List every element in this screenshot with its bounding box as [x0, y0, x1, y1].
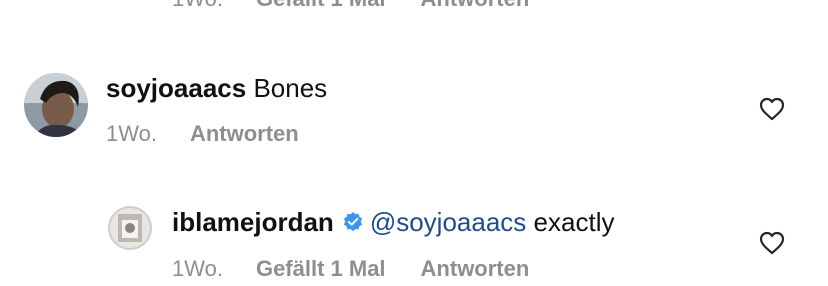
reply-username[interactable]: iblamejordan [172, 207, 334, 237]
comment-time: 1Wo. [172, 0, 223, 12]
avatar[interactable] [108, 206, 152, 250]
reply-button[interactable]: Antworten [421, 0, 530, 12]
reply-button[interactable]: Antworten [421, 256, 530, 282]
reply-text-line: iblamejordan @soyjoaaacs exactly [172, 207, 614, 239]
reply-meta: 1Wo. Gefällt 1 Mal Antworten [172, 256, 529, 282]
reply-button[interactable]: Antworten [190, 121, 299, 147]
comment-text-line: soyjoaaacs Bones [106, 73, 327, 103]
comment-time: 1Wo. [172, 256, 223, 281]
previous-comment-meta: 1Wo. Gefällt 1 Mal Antworten [172, 0, 529, 12]
verified-badge-icon [342, 209, 364, 239]
avatar-photo [108, 206, 152, 250]
likes-count-link[interactable]: Gefällt 1 Mal [256, 256, 386, 282]
comment-text: Bones [253, 73, 328, 103]
comment-time: 1Wo. [106, 121, 157, 146]
like-heart-icon[interactable] [759, 231, 785, 255]
comment-meta: 1Wo. Antworten [106, 121, 299, 147]
avatar-photo [24, 73, 88, 137]
like-heart-icon[interactable] [759, 97, 785, 121]
reply-text: exactly [533, 207, 615, 237]
mention-link[interactable]: @soyjoaaacs [370, 207, 526, 237]
avatar[interactable] [24, 73, 88, 137]
comments-panel: 1Wo. Gefällt 1 Mal Antworten soyjoaaacs … [0, 0, 828, 286]
comment-username[interactable]: soyjoaaacs [106, 73, 246, 103]
likes-count-link[interactable]: Gefällt 1 Mal [256, 0, 386, 12]
